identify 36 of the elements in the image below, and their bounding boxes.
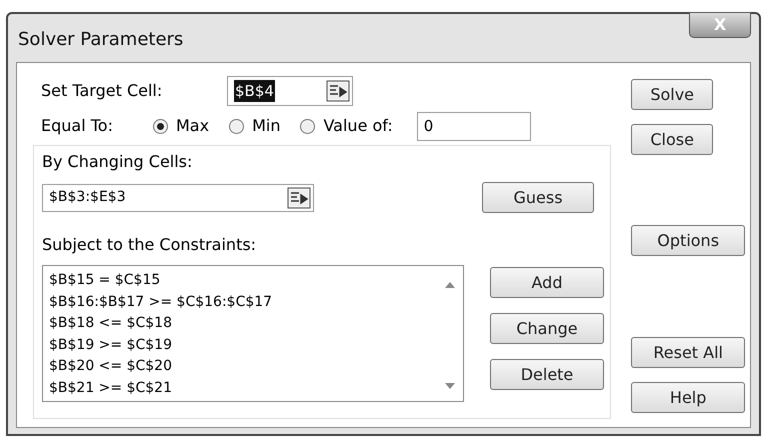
range-select-icon[interactable] <box>326 80 350 102</box>
changing-cells-value: $B$3:$E$3 <box>49 188 126 207</box>
equal-to-label: Equal To: <box>41 115 114 137</box>
constraint-item[interactable]: $B$19 >= $C$19 <box>49 334 437 356</box>
constraint-item[interactable]: $B$20 <= $C$20 <box>49 356 437 378</box>
target-cell-label: Set Target Cell: <box>41 80 164 102</box>
radio-icon[interactable] <box>153 118 168 134</box>
constraints-list[interactable]: $B$15 = $C$15 $B$16:$B$17 >= $C$16:$C$17 $B$18 <= $C$18 $B$19 >= $C$19 $B$20 <= $C$20 $B$21 >= $C$21 <box>42 265 464 402</box>
window-title: Solver Parameters <box>18 28 184 52</box>
radio-option[interactable]: Min <box>229 114 280 138</box>
radio-option[interactable]: Value of: <box>300 114 393 138</box>
guess-button[interactable]: Guess <box>482 182 594 213</box>
constraint-item[interactable]: $B$16:$B$17 >= $C$16:$C$17 <box>49 292 437 313</box>
target-cell-field[interactable]: $B$4 <box>227 76 353 106</box>
options-button[interactable]: Options <box>631 225 746 256</box>
target-cell-value: $B$4 <box>234 80 275 102</box>
constraint-button[interactable]: Change <box>490 313 604 344</box>
side-button[interactable]: Close <box>631 124 714 155</box>
range-select-icon[interactable] <box>287 186 311 208</box>
radio-icon[interactable] <box>300 118 316 134</box>
scroll-up-icon[interactable] <box>445 282 455 288</box>
radio-icon[interactable] <box>229 118 244 134</box>
radio-option[interactable]: Max <box>153 114 210 138</box>
side-button[interactable]: Reset All <box>631 337 746 368</box>
value-of-field[interactable]: 0 <box>416 112 531 140</box>
constraint-item[interactable]: $B$15 = $C$15 <box>49 270 437 292</box>
changing-cells-label: By Changing Cells: <box>42 151 194 173</box>
constraint-item[interactable]: $B$18 <= $C$18 <box>49 313 437 334</box>
constraint-button[interactable]: Add <box>490 267 604 298</box>
changing-cells-field[interactable]: $B$3:$E$3 <box>42 184 314 212</box>
side-button[interactable]: Help <box>631 382 746 413</box>
side-button[interactable]: Solve <box>631 79 714 110</box>
constraints-label: Subject to the Constraints: <box>42 234 258 256</box>
constraint-item[interactable]: $B$21 >= $C$21 <box>49 378 437 399</box>
constraint-button[interactable]: Delete <box>490 359 604 390</box>
scroll-down-icon[interactable] <box>445 383 455 389</box>
